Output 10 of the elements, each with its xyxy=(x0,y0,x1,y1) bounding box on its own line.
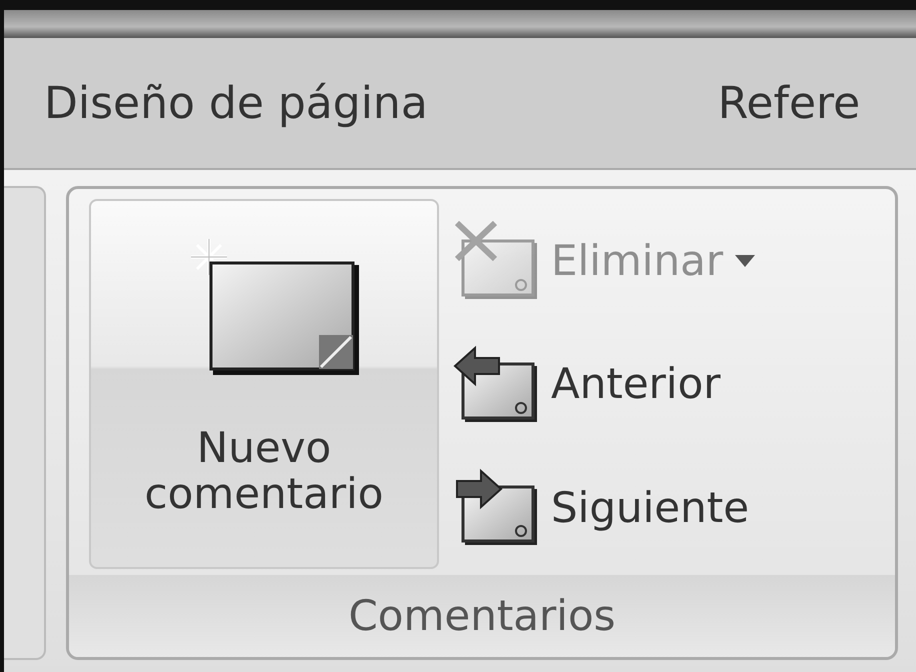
right-arrow-comment-icon xyxy=(453,467,539,548)
comment-command-button[interactable]: Siguiente xyxy=(453,467,756,548)
ribbon-tab[interactable]: Diseño de página xyxy=(44,78,428,128)
dropdown-caret-icon xyxy=(735,254,756,267)
left-arrow-comment-icon xyxy=(453,344,539,424)
comment-command-button[interactable]: Anterior xyxy=(453,344,756,424)
new-comment-button[interactable]: Nuevo comentario xyxy=(89,199,439,569)
ribbon-tab[interactable]: Refere xyxy=(718,78,860,128)
delete-comment-icon xyxy=(453,220,539,301)
group-title: Comentarios xyxy=(69,575,895,657)
